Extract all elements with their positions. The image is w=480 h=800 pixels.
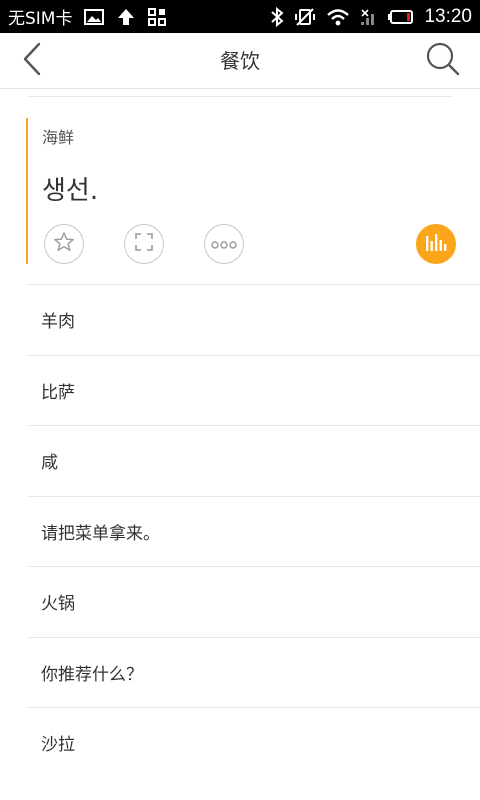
fullscreen-icon <box>134 232 154 256</box>
list-item[interactable]: 你推荐什么？ <box>28 636 480 708</box>
list-item[interactable]: 比萨 <box>28 354 480 426</box>
card-actions <box>44 224 456 264</box>
play-audio-button[interactable] <box>416 224 456 264</box>
list-item[interactable]: 沙拉 <box>28 707 480 778</box>
search-button[interactable] <box>424 42 462 80</box>
list-item[interactable]: 羊肉 <box>28 284 480 355</box>
vibrate-off-icon <box>294 7 316 27</box>
fullscreen-button[interactable] <box>124 224 164 264</box>
signal-icon <box>360 8 378 26</box>
image-icon <box>84 8 105 26</box>
star-icon <box>53 231 75 257</box>
status-bar: 无SIM卡 13:20 <box>0 0 480 33</box>
favorite-button[interactable] <box>44 224 84 264</box>
status-bar-right: 13:20 <box>270 0 472 33</box>
clock: 13:20 <box>424 5 472 27</box>
audio-icon <box>425 232 447 256</box>
divider <box>28 96 452 97</box>
page-title: 餐饮 <box>220 49 260 73</box>
status-bar-left: 无SIM卡 <box>8 0 167 33</box>
upload-arrow-icon <box>116 7 136 27</box>
list-item[interactable]: 请把菜单拿来。 <box>28 495 480 567</box>
app-header: 餐饮 <box>0 33 480 89</box>
card-category: 海鲜 <box>42 128 75 147</box>
more-icon <box>211 235 237 254</box>
more-button[interactable] <box>204 224 244 264</box>
search-icon <box>425 41 461 81</box>
list-item[interactable]: 火锅 <box>28 566 480 637</box>
bluetooth-icon <box>270 6 284 27</box>
wifi-icon <box>326 8 350 26</box>
phrase-card: 海鲜 생선. <box>26 118 456 264</box>
phrase-list: 羊肉 比萨 咸 请把菜单拿来。 火锅 你推荐什么？ 沙拉 <box>28 284 480 778</box>
list-item[interactable]: 咸 <box>28 425 480 496</box>
carrier-label: 无SIM卡 <box>8 9 73 29</box>
battery-icon <box>388 9 414 25</box>
grid-icon <box>148 7 167 26</box>
card-phrase: 생선. <box>42 176 99 206</box>
